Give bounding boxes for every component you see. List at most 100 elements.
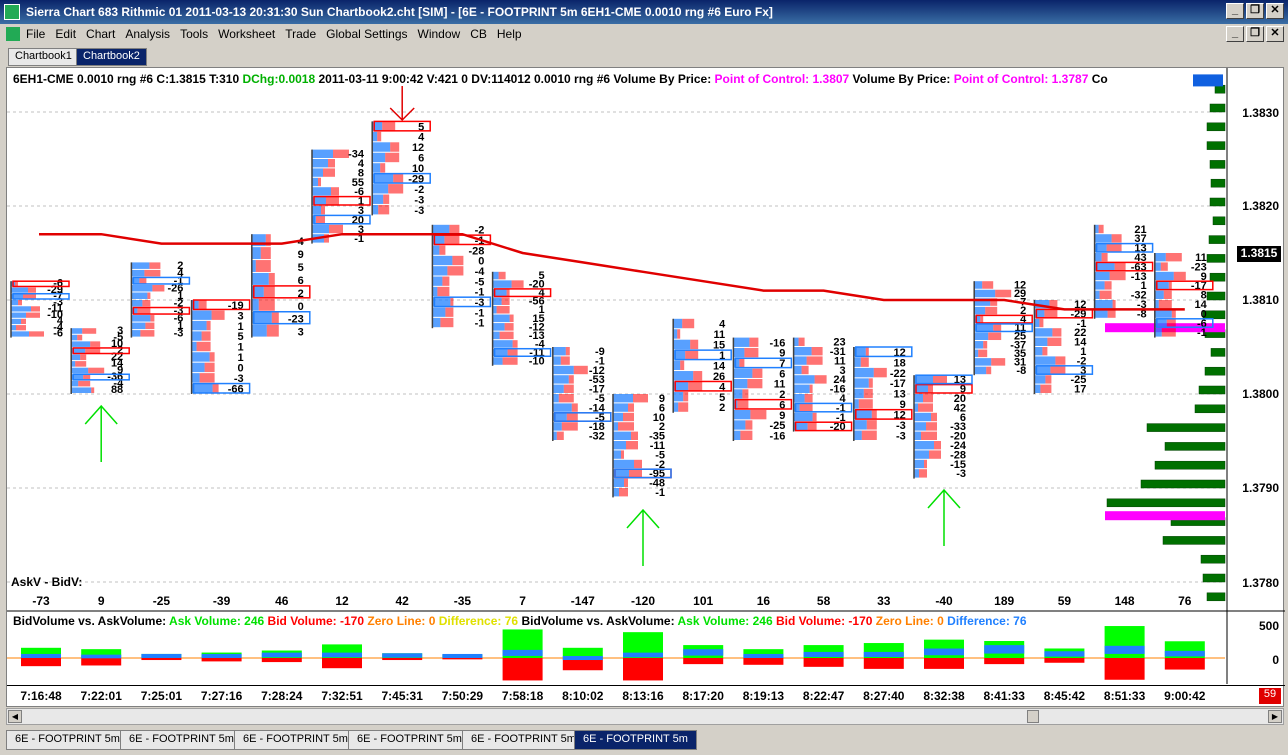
bid-volume-bar [552, 403, 572, 412]
bid-volume-bar [1034, 328, 1053, 337]
bid-volume-bar [974, 306, 986, 315]
difference-label: Difference: 76 [438, 614, 519, 628]
bid-volume-bar [71, 380, 79, 387]
ask-volume-bar [1109, 271, 1126, 281]
delta-value: 12 [335, 594, 349, 608]
ask-volume-bar [745, 420, 753, 430]
ask-volume-bar [863, 388, 873, 399]
menu-file[interactable]: File [26, 27, 45, 41]
subgraph-axis-0: 0 [1272, 653, 1279, 667]
ask-volume-bar [318, 177, 321, 187]
time-label: 7:50:29 [441, 689, 484, 703]
menu-trade[interactable]: Trade [285, 27, 316, 41]
bid-volume-bar [793, 384, 810, 393]
close-button[interactable]: ✕ [1266, 3, 1284, 19]
bid-volume-bar [11, 312, 26, 318]
ask-volume-bar [1101, 253, 1108, 262]
ask-volume-bar [268, 272, 275, 285]
bid-volume-label-2: Bid Volume: -170 [775, 614, 873, 628]
bid-volume-bar [432, 266, 448, 276]
scroll-left-arrow-icon[interactable]: ◀ [8, 710, 22, 723]
chart-tab[interactable]: 6E - FOOTPRINT 5m [462, 730, 585, 750]
bid-volume-bar [552, 356, 561, 365]
ask-volume-bar [496, 305, 510, 314]
ask-volume-bar [739, 358, 745, 368]
ask-volume-bar [677, 329, 681, 339]
horizontal-scrollbar[interactable]: ◀ ▶ [6, 708, 1284, 725]
bid-volume-bar [492, 271, 499, 280]
child-restore-button[interactable]: ❐ [1246, 26, 1264, 42]
ask-volume-bar [445, 307, 454, 317]
ask-volume-bar [509, 314, 514, 323]
menu-worksheet[interactable]: Worksheet [218, 27, 275, 41]
vbp-bar [1206, 291, 1226, 301]
ask-volume-bar [1168, 281, 1172, 290]
bid-volume-bar [733, 347, 745, 358]
bid-volume-bar [312, 187, 331, 196]
menu-window[interactable]: Window [418, 27, 461, 41]
ask-volume-bar [1114, 262, 1126, 271]
bid-volume-bar [613, 441, 626, 450]
menu-cb[interactable]: CB [470, 27, 487, 41]
menu-chart[interactable]: Chart [86, 27, 115, 41]
ask-volume-bar [498, 271, 506, 280]
vbp-bar [1209, 197, 1226, 207]
child-close-button[interactable]: ✕ [1266, 26, 1284, 42]
ask-volume-bar [688, 381, 703, 391]
menu-global-settings[interactable]: Global Settings [326, 27, 407, 41]
ask-volume-bar [83, 374, 91, 380]
ask-volume-bar [502, 357, 518, 365]
ask-volume-bar [921, 431, 937, 440]
ask-volume-bar [139, 277, 147, 284]
chart-tab[interactable]: 6E - FOOTPRINT 5m [348, 730, 471, 750]
ask-volume-bar [1107, 309, 1116, 318]
ask-volume-bar [328, 159, 335, 168]
ask-volume-bar [145, 322, 155, 330]
ask-volume-bar [1106, 243, 1122, 252]
chart-tab[interactable]: 6E - FOOTPRINT 5m [6, 730, 129, 750]
minimize-button[interactable]: _ [1226, 3, 1244, 19]
restore-button[interactable]: ❐ [1246, 3, 1264, 19]
difference-column [1164, 650, 1205, 657]
ask-volume-bar [326, 196, 339, 205]
footprint-cell-value: 5 [298, 262, 304, 274]
tab-chartbook2[interactable]: Chartbook2 [76, 48, 147, 66]
ask-volume-bar [628, 403, 634, 412]
bid-volume-bar [131, 269, 145, 277]
bid-volume-bar [853, 378, 869, 388]
menu-help[interactable]: Help [497, 27, 522, 41]
bid-volume-bar [312, 177, 318, 187]
tab-chartbook1[interactable]: Chartbook1 [8, 48, 79, 66]
bid-volume-bar [974, 366, 987, 375]
window-title: Sierra Chart 683 Rithmic 01 2011-03-13 2… [26, 5, 773, 19]
bid-volume-bar [914, 450, 929, 459]
bid-volume-bar [613, 403, 628, 412]
bid-volume-column [81, 658, 122, 666]
menu-analysis[interactable]: Analysis [125, 27, 170, 41]
difference-column [81, 654, 122, 659]
footprint-chart-svg[interactable]: -6-29-7-3-11-104-4-6 3-510222149-36-48824… [7, 68, 1285, 708]
scroll-right-arrow-icon[interactable]: ▶ [1268, 710, 1282, 723]
bid-volume-bar [853, 367, 874, 378]
bid-volume-column [141, 658, 182, 661]
bid-volume-bar [1094, 271, 1110, 281]
chart-tab[interactable]: 6E - FOOTPRINT 5m [234, 730, 357, 750]
bid-volume-bar [673, 360, 681, 371]
time-label: 8:13:16 [622, 689, 664, 703]
menu-edit[interactable]: Edit [55, 27, 76, 41]
ask-volume-bar [747, 378, 763, 389]
bid-volume-column [322, 658, 362, 669]
menu-bar: File Edit Chart Analysis Tools Worksheet… [0, 24, 1288, 44]
ask-volume-bar [378, 204, 390, 215]
chart-tab-active[interactable]: 6E - FOOTPRINT 5m [574, 730, 697, 750]
scroll-thumb[interactable] [1027, 710, 1039, 723]
ask-volume-bar [995, 289, 1012, 298]
menu-tools[interactable]: Tools [180, 27, 208, 41]
bid-volume-column [924, 658, 964, 669]
bid-volume-column [803, 658, 844, 667]
ask-volume-bar [566, 412, 578, 422]
child-minimize-button[interactable]: _ [1226, 26, 1244, 42]
bid-volume-bar [71, 328, 83, 334]
chart-tab[interactable]: 6E - FOOTPRINT 5m [120, 730, 243, 750]
chart-area[interactable]: -6 -29 -7 -3 -11 -10 4 -4 -6 3 -5 10 2 22 14 9 -36 -4 88 2 4… [6, 67, 1285, 708]
